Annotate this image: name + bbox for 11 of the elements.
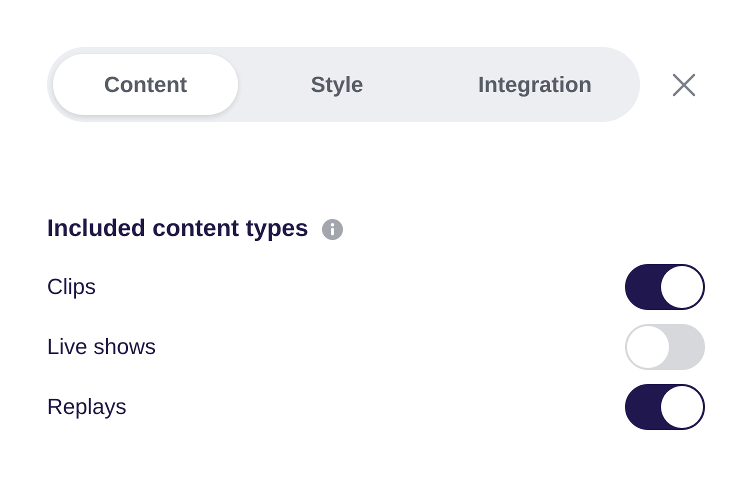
section-title: Included content types	[47, 215, 308, 243]
tab[interactable]: Content	[53, 54, 238, 115]
toggle-switch[interactable]	[625, 384, 705, 430]
toggle-switch[interactable]	[625, 264, 705, 310]
toggle-label: Live shows	[47, 334, 156, 360]
close-icon[interactable]	[672, 72, 696, 96]
toggle-label: Replays	[47, 394, 126, 420]
tab[interactable]: Integration	[436, 54, 634, 115]
info-icon[interactable]	[322, 218, 344, 240]
tab[interactable]: Style	[238, 54, 436, 115]
toggle-label: Clips	[47, 274, 96, 300]
